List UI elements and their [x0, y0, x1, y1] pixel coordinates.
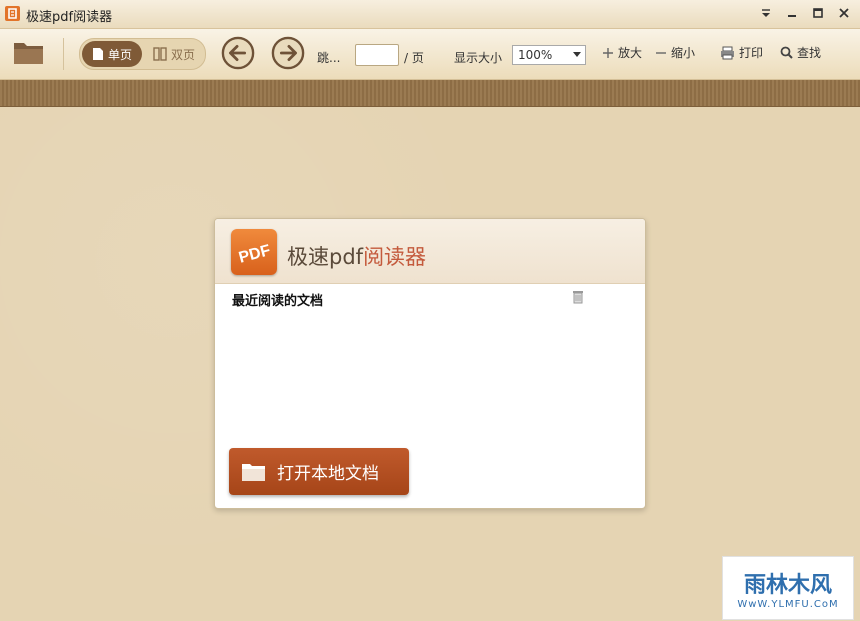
- folder-icon: [14, 43, 43, 64]
- goto-label: 跳...: [317, 51, 341, 65]
- chevron-down-icon: [573, 52, 581, 57]
- trash-icon[interactable]: [572, 290, 584, 304]
- print-label: 打印: [739, 46, 764, 60]
- zoom-out-label: 缩小: [671, 46, 696, 60]
- app-icon: [5, 6, 20, 21]
- previous-page-button[interactable]: [221, 36, 255, 70]
- open-folder-button[interactable]: [12, 38, 46, 66]
- double-page-label: 双页: [170, 47, 195, 62]
- title-bar: 极速pdf阅读器: [0, 0, 860, 29]
- welcome-card: PDF 极速pdf阅读器 最近阅读的文档 打开本地文档: [214, 218, 646, 509]
- folder-icon: [242, 463, 265, 481]
- find-label: 查找: [797, 46, 822, 60]
- maximize-icon[interactable]: [810, 5, 826, 21]
- pdf-logo-icon: PDF: [231, 229, 277, 275]
- arrow-right-icon: [271, 36, 305, 70]
- watermark-main-text: 雨林木风: [743, 573, 832, 598]
- svg-text:PDF: PDF: [237, 242, 273, 267]
- toolbar: 单页 双页 跳... / 页 显示大小 100% 放大 缩小 打印 查找: [0, 29, 860, 80]
- dropdown-menu-icon[interactable]: [758, 5, 774, 21]
- zoom-in-button[interactable]: 放大: [602, 44, 642, 61]
- double-page-button[interactable]: 双页: [146, 41, 202, 67]
- plus-icon: [603, 47, 613, 58]
- single-page-label: 单页: [107, 47, 132, 62]
- zoom-value: 100%: [518, 48, 553, 62]
- card-title-main: 极速pdf: [287, 245, 364, 269]
- single-page-icon: [92, 48, 103, 60]
- card-header: PDF 极速pdf阅读器: [215, 219, 645, 284]
- page-suffix-label: / 页: [404, 51, 424, 65]
- minus-icon: [656, 51, 666, 54]
- watermark-url: WwW.YLMFU.CoM: [737, 599, 839, 610]
- page-number-input[interactable]: [355, 44, 399, 66]
- print-button[interactable]: 打印: [720, 44, 763, 61]
- open-button-label: 打开本地文档: [277, 464, 379, 484]
- window-title: 极速pdf阅读器: [26, 10, 113, 25]
- open-local-document-button[interactable]: 打开本地文档: [229, 448, 409, 495]
- arrow-left-icon: [221, 36, 255, 70]
- card-title-accent: 阅读器: [363, 245, 427, 269]
- next-page-button[interactable]: [271, 36, 305, 70]
- single-page-button[interactable]: 单页: [82, 41, 142, 67]
- toolbar-divider: [63, 38, 64, 70]
- page-view-toggle: 单页 双页: [79, 38, 206, 70]
- find-button[interactable]: 查找: [780, 44, 821, 61]
- decorative-stripe: [0, 80, 860, 107]
- search-icon: [780, 46, 793, 59]
- zoom-out-button[interactable]: 缩小: [655, 44, 695, 61]
- zoom-in-label: 放大: [618, 46, 643, 60]
- watermark-logo: 雨林木风 WwW.YLMFU.CoM: [722, 556, 854, 620]
- card-title: 极速pdf阅读器: [287, 241, 426, 271]
- close-icon[interactable]: [836, 5, 852, 21]
- minimize-icon[interactable]: [784, 5, 800, 21]
- zoom-select[interactable]: 100%: [512, 45, 586, 65]
- double-page-icon: [153, 47, 167, 61]
- printer-icon: [721, 46, 734, 59]
- recent-documents-label: 最近阅读的文档: [232, 294, 324, 309]
- zoom-label: 显示大小: [454, 51, 503, 65]
